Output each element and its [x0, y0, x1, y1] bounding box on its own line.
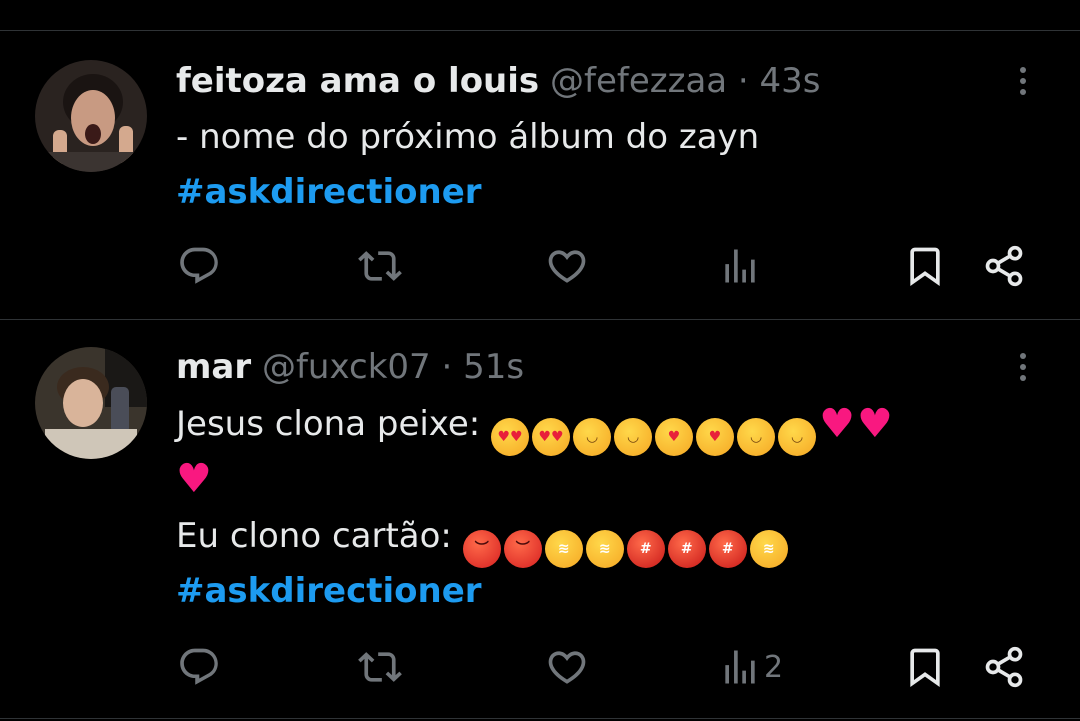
share-button[interactable] [982, 241, 1026, 291]
reply-button[interactable] [177, 241, 221, 291]
tweet-text: - nome do próximo álbum do zayn [176, 117, 760, 157]
pouting-face-emoji: ︶ [503, 530, 542, 568]
bookmark-button[interactable] [903, 241, 947, 291]
red-heart-emoji: ♥ [819, 401, 855, 447]
views-button[interactable] [718, 241, 764, 291]
relaxed-emoji: ◡ [737, 418, 776, 456]
smiling-hearts-emoji: ◡ [573, 418, 612, 456]
triumph-face-emoji: ≋ [585, 530, 624, 568]
like-button[interactable] [545, 642, 589, 692]
hashtag-link[interactable]: #askdirectioner [176, 171, 482, 213]
tweet-text-line: Jesus clona peixe: ♥♥ ♥♥ ◡ ◡ ♥ ♥ ◡ ◡ ♥♥ [176, 403, 895, 456]
share-button[interactable] [982, 642, 1026, 692]
share-icon [985, 245, 1023, 287]
tweet-text: Eu clono cartão: [176, 516, 452, 556]
like-icon [548, 651, 586, 684]
more-options-button[interactable] [1008, 61, 1038, 101]
relaxed-emoji: ◡ [778, 418, 817, 456]
triumph-face-emoji: ≋ [749, 530, 788, 568]
views-button[interactable]: 2 [718, 642, 783, 692]
kissing-heart-emoji: ♥ [655, 418, 694, 456]
separator-dot: · [441, 347, 453, 387]
repost-button[interactable] [358, 642, 402, 692]
views-icon [725, 650, 755, 684]
user-handle[interactable]: @fefezzaa [550, 61, 727, 101]
tweet-header: feitoza ama o louis @fefezzaa · 43s [176, 61, 821, 101]
tweet-actions: 2 [0, 642, 1080, 692]
avatar[interactable] [35, 347, 147, 459]
tweet[interactable]: feitoza ama o louis @fefezzaa · 43s - no… [0, 31, 1080, 320]
triumph-face-emoji: ≋ [544, 530, 583, 568]
repost-button[interactable] [358, 241, 402, 291]
views-count: 2 [764, 649, 784, 685]
cursing-face-emoji: # [667, 530, 706, 568]
emoji-row: ♥♥ ♥♥ ◡ ◡ ♥ ♥ ◡ ◡ ♥♥ [491, 401, 895, 456]
tweet-header: mar @fuxck07 · 51s [176, 347, 524, 387]
separator-dot: · [737, 61, 749, 101]
smiling-hearts-emoji: ◡ [614, 418, 653, 456]
display-name[interactable]: feitoza ama o louis [176, 61, 539, 101]
pouting-face-emoji: ︶ [462, 530, 501, 568]
emoji-row: ︶ ︶ ≋ ≋ # # # ≋ [462, 516, 791, 568]
more-icon [1020, 353, 1026, 359]
emoji-row: ♥ [176, 456, 214, 502]
tweet-actions [0, 241, 1080, 291]
cursing-face-emoji: # [626, 530, 665, 568]
user-handle[interactable]: @fuxck07 [262, 347, 431, 387]
hashtag-link[interactable]: #askdirectioner [176, 570, 482, 612]
timestamp[interactable]: 51s [463, 347, 524, 387]
repost-icon [358, 652, 402, 682]
tweet-text: Jesus clona peixe: [176, 404, 481, 444]
tweet-text-line: ♥ [176, 458, 214, 500]
red-heart-emoji: ♥ [856, 401, 893, 447]
more-icon [1020, 67, 1026, 73]
bottom-divider [0, 718, 1080, 719]
heart-eyes-emoji: ♥♥ [491, 418, 530, 456]
repost-icon [358, 251, 402, 281]
reply-icon [180, 247, 218, 284]
like-button[interactable] [545, 241, 589, 291]
heart-eyes-emoji: ♥♥ [532, 418, 571, 456]
like-icon [548, 250, 586, 283]
avatar[interactable] [35, 60, 147, 172]
bookmark-button[interactable] [903, 642, 947, 692]
cursing-face-emoji: # [708, 530, 747, 568]
bookmark-icon [910, 247, 940, 287]
tweet-text-line: Eu clono cartão: ︶ ︶ ≋ ≋ # # # ≋ [176, 515, 791, 568]
bookmark-icon [910, 648, 940, 688]
timestamp[interactable]: 43s [760, 61, 821, 101]
red-heart-emoji: ♥ [176, 456, 212, 502]
more-options-button[interactable] [1008, 347, 1038, 387]
kissing-heart-emoji: ♥ [696, 418, 735, 456]
views-icon [725, 249, 755, 283]
reply-icon [180, 648, 218, 685]
reply-button[interactable] [177, 642, 221, 692]
share-icon [985, 646, 1023, 688]
display-name[interactable]: mar [176, 347, 251, 387]
tweet[interactable]: mar @fuxck07 · 51s Jesus clona peixe: ♥♥… [0, 320, 1080, 720]
